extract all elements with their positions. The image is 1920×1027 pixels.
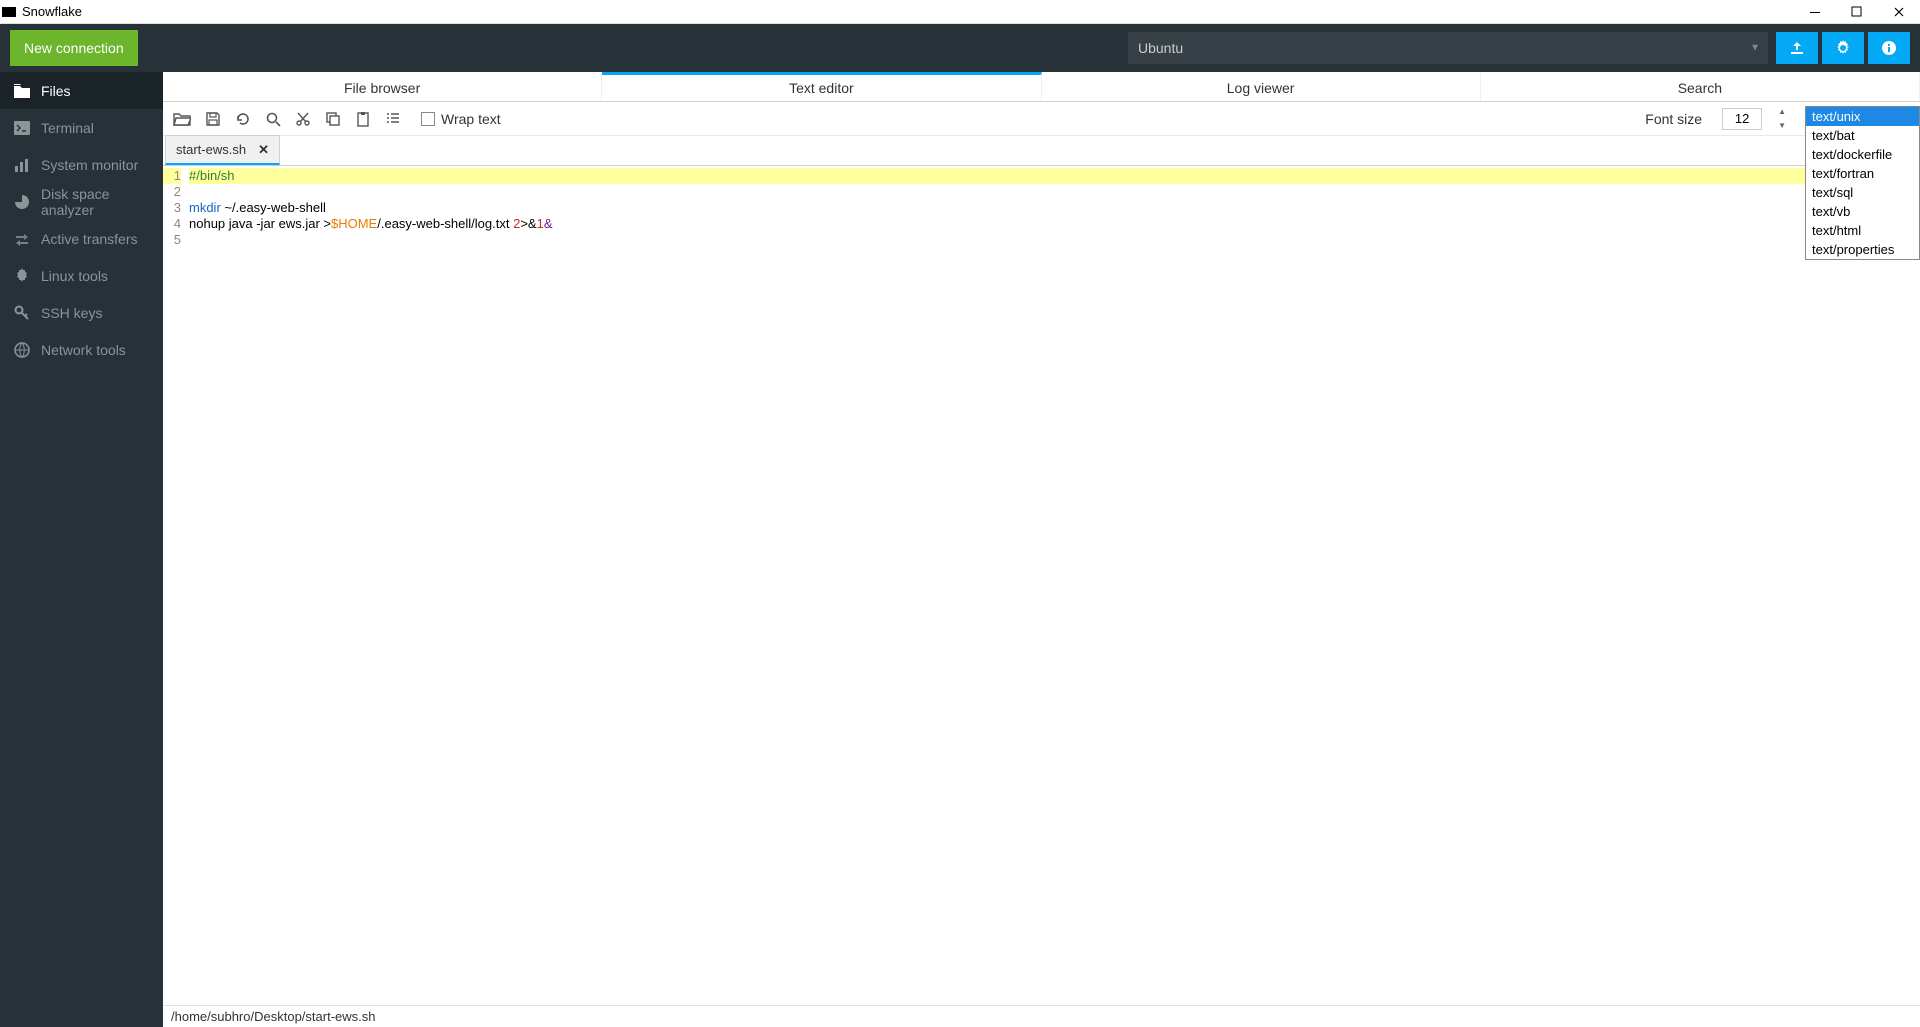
gear-icon [14, 268, 30, 284]
pie-icon [14, 194, 30, 210]
tab-text-editor[interactable]: Text editor [602, 72, 1041, 101]
chevron-down-icon: ▼ [1750, 43, 1760, 54]
close-tab-icon[interactable]: ✕ [258, 142, 269, 158]
checkbox-icon [421, 112, 435, 126]
sidebar-item-terminal[interactable]: Terminal [0, 109, 163, 146]
tab-search[interactable]: Search [1481, 72, 1920, 101]
tab-file-browser[interactable]: File browser [163, 72, 602, 101]
code-line: nohup java -jar ews.jar >$HOME/.easy-web… [189, 216, 1920, 232]
paste-icon[interactable] [355, 111, 371, 127]
status-path: /home/subhro/Desktop/start-ews.sh [171, 1009, 375, 1024]
goto-line-icon[interactable] [385, 111, 401, 127]
sidebar-item-label: Network tools [41, 342, 126, 358]
open-icon[interactable] [173, 111, 191, 126]
syntax-option[interactable]: text/unix [1806, 107, 1919, 126]
sidebar-item-ssh-keys[interactable]: SSH keys [0, 294, 163, 331]
sidebar-item-files[interactable]: Files [0, 72, 163, 109]
sidebar-item-network-tools[interactable]: Network tools [0, 331, 163, 368]
line-number: 5 [163, 232, 181, 248]
minimize-icon[interactable] [1808, 5, 1822, 19]
search-icon[interactable] [265, 111, 281, 127]
main-tabs: File browser Text editor Log viewer Sear… [163, 72, 1920, 102]
sidebar-item-label: Terminal [41, 120, 94, 136]
file-tab-name: start-ews.sh [176, 142, 246, 157]
header: New connection Ubuntu ▼ [0, 24, 1920, 72]
window-title: Snowflake [22, 4, 1808, 19]
status-bar: /home/subhro/Desktop/start-ews.sh [163, 1005, 1920, 1027]
code-editor[interactable]: 1 2 3 4 5 #/bin/sh mkdir ~/.easy-web-she… [163, 166, 1920, 1005]
editor-toolbar: Wrap text Font size 12 ▲ ▼ text/unix tex… [163, 102, 1920, 136]
code-line [189, 232, 1920, 248]
network-icon [14, 342, 30, 358]
window-controls [1808, 5, 1918, 19]
wrap-text-label: Wrap text [441, 111, 501, 127]
syntax-option[interactable]: text/html [1806, 221, 1919, 240]
sidebar-item-label: Linux tools [41, 268, 108, 284]
upload-button[interactable] [1776, 32, 1818, 64]
line-number: 4 [163, 216, 181, 232]
app-icon [2, 7, 16, 17]
wrap-text-checkbox[interactable]: Wrap text [421, 111, 501, 127]
gutter: 1 2 3 4 5 [163, 166, 185, 1005]
sidebar-item-linux-tools[interactable]: Linux tools [0, 257, 163, 294]
connection-dropdown[interactable]: Ubuntu ▼ [1128, 32, 1768, 64]
sidebar-item-label: SSH keys [41, 305, 102, 321]
spinner-up-icon[interactable]: ▲ [1778, 108, 1786, 116]
syntax-option[interactable]: text/dockerfile [1806, 145, 1919, 164]
maximize-icon[interactable] [1850, 5, 1864, 19]
tab-log-viewer[interactable]: Log viewer [1042, 72, 1481, 101]
save-icon[interactable] [205, 111, 221, 127]
main-area: File browser Text editor Log viewer Sear… [163, 72, 1920, 1027]
header-actions [1776, 32, 1910, 64]
sidebar-item-label: Active transfers [41, 231, 137, 247]
line-number: 3 [163, 200, 181, 216]
syntax-dropdown-menu: text/unix text/bat text/dockerfile text/… [1805, 106, 1920, 260]
file-tab[interactable]: start-ews.sh ✕ [165, 135, 280, 165]
syntax-option[interactable]: text/fortran [1806, 164, 1919, 183]
info-button[interactable] [1868, 32, 1910, 64]
transfer-icon [14, 232, 30, 246]
sidebar: Files Terminal System monitor Disk space… [0, 72, 163, 1027]
settings-button[interactable] [1822, 32, 1864, 64]
sidebar-item-label: System monitor [41, 157, 138, 173]
sidebar-item-label: Files [41, 83, 71, 99]
code-line [189, 184, 1920, 200]
terminal-icon [14, 121, 30, 135]
syntax-option[interactable]: text/sql [1806, 183, 1919, 202]
code-line: mkdir ~/.easy-web-shell [189, 200, 1920, 216]
font-size-label: Font size [1645, 111, 1702, 127]
sidebar-item-label: Disk space analyzer [41, 186, 149, 218]
line-number: 2 [163, 184, 181, 200]
file-tabs: start-ews.sh ✕ [163, 136, 1920, 166]
connection-dropdown-value: Ubuntu [1138, 40, 1183, 56]
folder-icon [14, 84, 30, 98]
key-icon [14, 305, 30, 321]
titlebar: Snowflake [0, 0, 1920, 24]
new-connection-button[interactable]: New connection [10, 30, 138, 66]
syntax-option[interactable]: text/properties [1806, 240, 1919, 259]
syntax-option[interactable]: text/vb [1806, 202, 1919, 221]
cut-icon[interactable] [295, 111, 311, 127]
sidebar-item-active-transfers[interactable]: Active transfers [0, 220, 163, 257]
chart-icon [14, 158, 30, 172]
code-area[interactable]: #/bin/sh mkdir ~/.easy-web-shell nohup j… [185, 166, 1920, 1005]
line-number: 1 [163, 168, 181, 184]
font-size-input[interactable]: 12 [1722, 108, 1762, 130]
code-line: #/bin/sh [189, 168, 1920, 184]
syntax-option[interactable]: text/bat [1806, 126, 1919, 145]
sidebar-item-disk-space[interactable]: Disk space analyzer [0, 183, 163, 220]
sidebar-item-system-monitor[interactable]: System monitor [0, 146, 163, 183]
font-size-spinner: ▲ ▼ [1778, 108, 1786, 130]
copy-icon[interactable] [325, 111, 341, 127]
close-icon[interactable] [1892, 5, 1906, 19]
spinner-down-icon[interactable]: ▼ [1778, 122, 1786, 130]
reload-icon[interactable] [235, 111, 251, 127]
